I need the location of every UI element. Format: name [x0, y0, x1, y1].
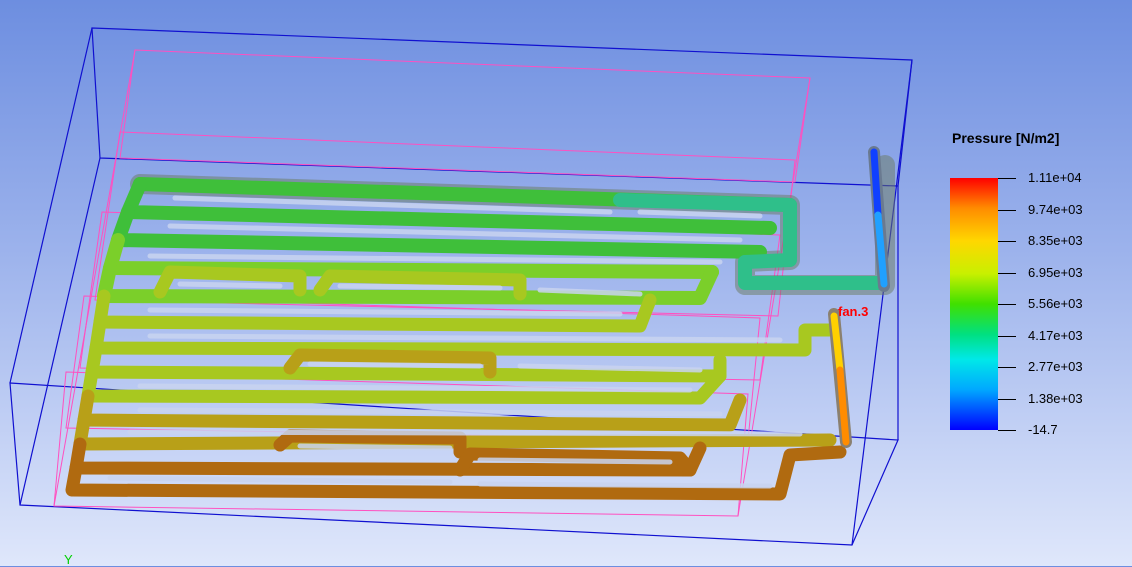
legend-tick — [998, 304, 1016, 305]
legend-tick — [998, 273, 1016, 274]
flow-channel-network — [65, 146, 895, 501]
legend-tick-label: 2.77e+03 — [1028, 359, 1083, 374]
legend-tick-label: 4.17e+03 — [1028, 328, 1083, 343]
legend-tick-label: 1.11e+04 — [1028, 170, 1082, 185]
legend-tick — [998, 210, 1016, 211]
legend-tick-label: 1.38e+03 — [1028, 391, 1083, 406]
legend-tick — [998, 336, 1016, 337]
legend-tick-label: -14.7 — [1028, 422, 1058, 437]
3d-viewport[interactable]: fan.3 Y Pressure [N/m2] 1.11e+04 9.74e+0… — [0, 0, 1132, 567]
axis-y-label: Y — [64, 552, 73, 567]
legend-tick — [998, 367, 1016, 368]
fan-label: fan.3 — [838, 304, 869, 319]
legend-tick — [998, 178, 1016, 179]
legend-tick-label: 9.74e+03 — [1028, 202, 1083, 217]
legend-tick-label: 5.56e+03 — [1028, 296, 1083, 311]
legend-tick — [998, 430, 1016, 431]
legend-tick — [998, 241, 1016, 242]
legend-colorbar — [950, 178, 998, 430]
legend-tick-label: 6.95e+03 — [1028, 265, 1083, 280]
legend-tick — [998, 399, 1016, 400]
legend-tick-label: 8.35e+03 — [1028, 233, 1083, 248]
legend-title: Pressure [N/m2] — [952, 130, 1060, 146]
